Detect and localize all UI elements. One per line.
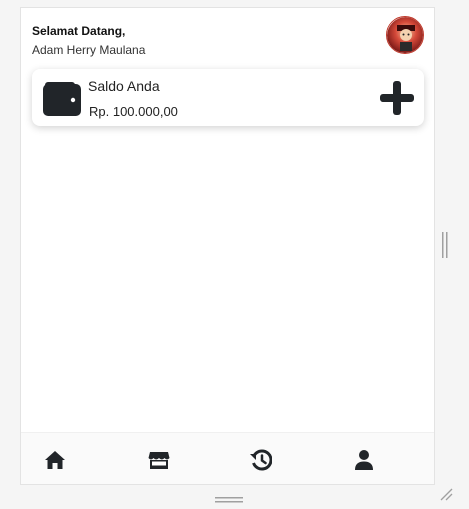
user-icon xyxy=(355,450,373,470)
wallet-icon xyxy=(43,82,81,116)
store-icon xyxy=(148,452,170,469)
plus-icon xyxy=(380,81,414,115)
avatar[interactable] xyxy=(386,16,424,54)
home-icon xyxy=(45,451,65,469)
balance-card: Saldo Anda Rp. 100.000,00 xyxy=(32,69,424,126)
user-name: Adam Herry Maulana xyxy=(32,43,146,57)
greeting-text: Selamat Datang, xyxy=(32,24,126,38)
nav-home[interactable] xyxy=(44,449,66,471)
balance-amount: Rp. 100.000,00 xyxy=(89,104,178,119)
nav-store[interactable] xyxy=(148,449,170,471)
avatar-image xyxy=(387,17,423,53)
nav-profile[interactable] xyxy=(353,449,375,471)
balance-label: Saldo Anda xyxy=(88,78,160,94)
bottom-drag-handle[interactable] xyxy=(215,491,243,503)
add-balance-button[interactable] xyxy=(380,81,414,115)
resize-grip-icon[interactable] xyxy=(440,488,453,501)
side-drag-handle[interactable] xyxy=(442,232,448,258)
history-icon xyxy=(250,449,272,471)
app-window: Selamat Datang, Adam Herry Maulana Saldo… xyxy=(20,7,435,485)
bottom-nav xyxy=(21,432,434,484)
nav-history[interactable] xyxy=(250,449,272,471)
header: Selamat Datang, Adam Herry Maulana xyxy=(32,16,424,57)
